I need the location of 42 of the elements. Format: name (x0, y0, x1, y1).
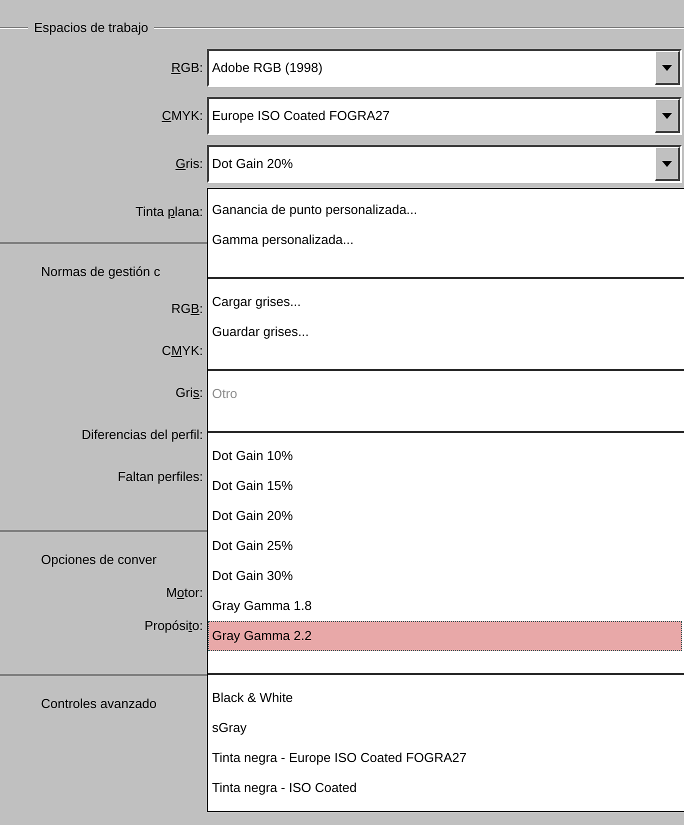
list-item[interactable]: Dot Gain 10% (208, 441, 682, 471)
field-label: Propósito: (144, 616, 203, 635)
section-title: Normas de gestión c (40, 263, 162, 282)
list-item[interactable]: Dot Gain 30% (208, 561, 682, 591)
list-item[interactable]: sGray (208, 713, 682, 743)
dropdown-arrow-button[interactable] (655, 147, 680, 181)
caret-down-icon (662, 112, 672, 118)
list-item[interactable]: Black & White (208, 683, 682, 713)
list-item[interactable]: Gray Gamma 1.8 (208, 591, 682, 621)
dropdown-arrow-button[interactable] (655, 51, 680, 85)
field-label: Gris: (176, 155, 203, 174)
dropdown-value: Dot Gain 20% (211, 155, 294, 174)
list-item[interactable]: Guardar grises... (208, 317, 682, 347)
dropdown-arrow-button[interactable] (655, 99, 680, 133)
dropdown-value: Europe ISO Coated FOGRA27 (211, 107, 391, 126)
list-item[interactable]: Gamma personalizada... (208, 225, 682, 255)
section-title: Controles avanzado (40, 695, 158, 714)
list-item[interactable]: Dot Gain 20% (208, 501, 682, 531)
caret-down-icon (662, 64, 672, 70)
list-item[interactable]: Cargar grises... (208, 287, 682, 317)
field-label: Gris: (176, 384, 203, 402)
dropdown-field[interactable]: Dot Gain 20% (207, 145, 682, 183)
field-label: Faltan perfiles: (118, 468, 203, 486)
caret-down-icon (662, 160, 672, 166)
field-label: Motor: (166, 584, 203, 602)
field-label: CMYK: (162, 342, 203, 360)
dropdown-field[interactable]: Europe ISO Coated FOGRA27 (207, 97, 682, 135)
dropdown-value: Adobe RGB (1998) (211, 59, 324, 78)
section-title: Opciones de conver (40, 551, 158, 570)
dropdown-field[interactable]: Adobe RGB (1998) (207, 49, 682, 87)
field-label: CMYK: (162, 107, 203, 126)
list-item[interactable]: Tinta negra - Europe ISO Coated FOGRA27 (208, 743, 682, 773)
field-label: Diferencias del perfil: (82, 426, 203, 444)
list-item[interactable]: Dot Gain 25% (208, 531, 682, 561)
field-label: RGB: (171, 59, 203, 78)
section-title: Espacios de trabajo (33, 19, 150, 38)
list-item[interactable]: Ganancia de punto personalizada... (208, 195, 682, 225)
list-item[interactable]: Tinta negra - ISO Coated (208, 773, 682, 803)
field-label: RGB: (171, 300, 203, 318)
list-item[interactable]: Dot Gain 15% (208, 471, 682, 501)
field-label: Tinta plana: (136, 203, 203, 222)
list-item[interactable]: Gray Gamma 2.2 (208, 621, 682, 651)
